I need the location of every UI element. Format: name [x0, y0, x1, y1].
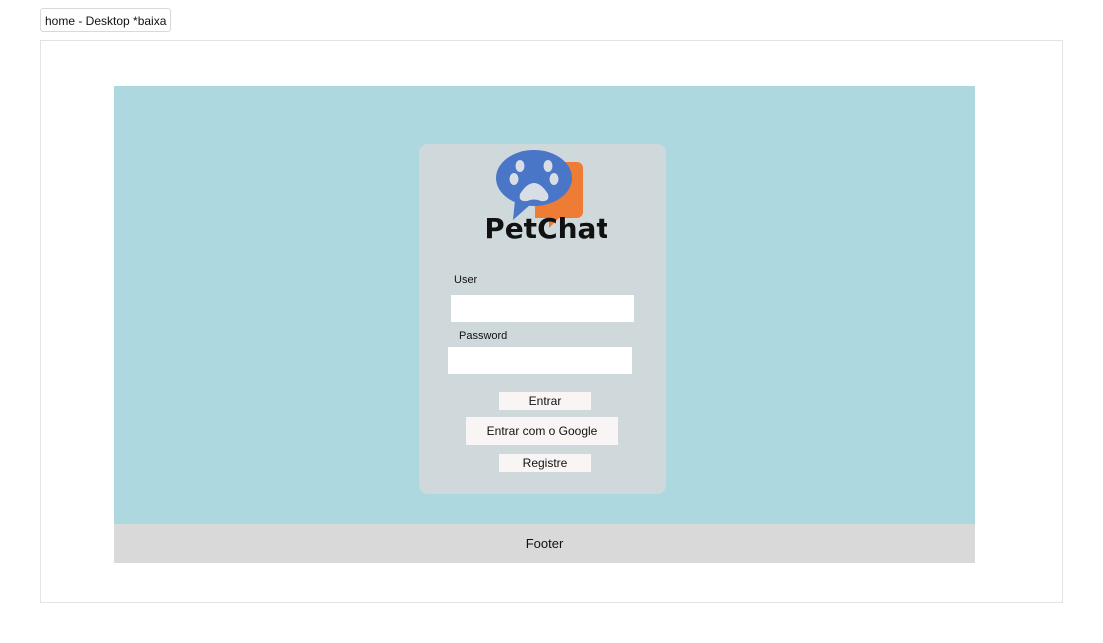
user-input[interactable]	[451, 295, 634, 322]
register-button[interactable]: Registre	[499, 454, 591, 472]
frame-tab[interactable]: home - Desktop *baixa	[40, 8, 172, 32]
login-card: PetChat User Password Entrar Entrar com …	[419, 144, 666, 494]
login-button[interactable]: Entrar	[499, 392, 591, 410]
brand-name: PetChat	[487, 212, 607, 242]
password-label: Password	[459, 330, 508, 342]
google-login-button[interactable]: Entrar com o Google	[466, 417, 618, 445]
footer: Footer	[114, 524, 975, 563]
user-label: User	[454, 274, 478, 286]
petchat-logo: PetChat	[487, 150, 607, 242]
password-input[interactable]	[448, 347, 632, 374]
